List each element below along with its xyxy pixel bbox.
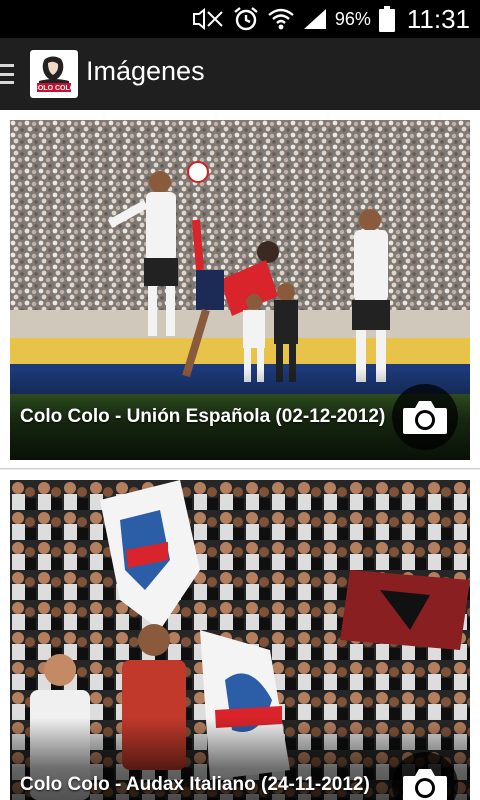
battery-icon (378, 6, 395, 32)
gallery-item-title: Colo Colo - Unión Española (02-12-2012) (20, 406, 386, 427)
wifi-icon (267, 7, 295, 31)
app-title: Imágenes (86, 56, 205, 86)
app-logo[interactable]: COLO COLO (30, 50, 78, 98)
clock: 11:31 (406, 3, 470, 34)
mute-icon (191, 8, 225, 30)
svg-text:COLO COLO: COLO COLO (33, 85, 76, 92)
signal-icon (303, 8, 327, 30)
app-bar: COLO COLO Imágenes (0, 38, 480, 110)
gallery-image[interactable]: Colo Colo - Unión Española (02-12-2012) (10, 120, 470, 460)
gallery-card[interactable]: Colo Colo - Audax Italiano (24-11-2012) (0, 470, 480, 800)
gallery-item-title: Colo Colo - Audax Italiano (24-11-2012) (20, 774, 370, 795)
alarm-icon (233, 6, 259, 32)
drawer-menu-icon[interactable] (0, 64, 14, 84)
status-icons: 96% 11:31 (191, 0, 470, 38)
image-gallery: Colo Colo - Unión Española (02-12-2012) (0, 110, 480, 800)
camera-icon (403, 769, 447, 800)
status-bar: 96% 11:31 (0, 0, 480, 38)
gallery-card[interactable]: Colo Colo - Unión Española (02-12-2012) (0, 110, 480, 469)
battery-percent: 96% (334, 8, 371, 29)
colo-colo-logo: COLO COLO (31, 51, 77, 97)
camera-button[interactable] (392, 384, 458, 450)
gallery-image[interactable]: Colo Colo - Audax Italiano (24-11-2012) (10, 480, 470, 800)
camera-icon (403, 401, 447, 434)
